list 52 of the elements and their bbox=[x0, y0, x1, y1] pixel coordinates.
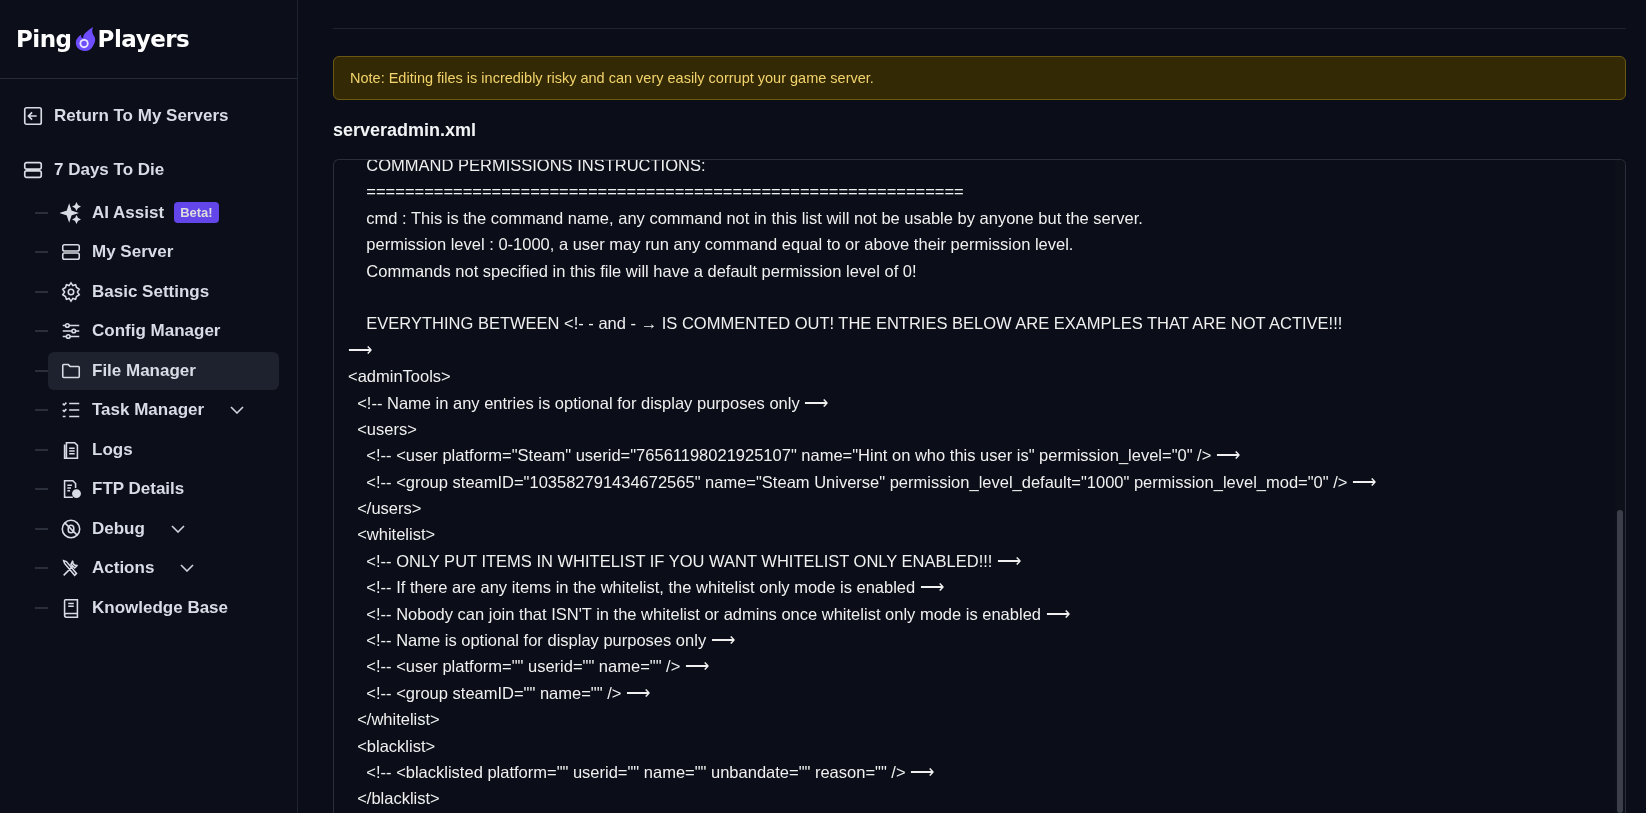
nav-item[interactable]: Task Manager bbox=[48, 391, 217, 430]
nav-item[interactable]: File Manager bbox=[48, 351, 279, 390]
code-line: ⟶ bbox=[348, 340, 372, 359]
nav-item[interactable]: FTP Details bbox=[48, 470, 197, 509]
server-icon bbox=[22, 159, 44, 181]
code-line: Commands not specified in this file will have a default permission level of 0! bbox=[365, 261, 917, 280]
code-line: <!-- Name is optional for display purposes only ⟶ bbox=[365, 631, 735, 650]
chevron-down-icon[interactable] bbox=[170, 524, 185, 533]
code-line: </blacklist> bbox=[356, 789, 440, 808]
code-line: <!-- Name in any entries is optional for display purposes only ⟶ bbox=[356, 393, 829, 412]
code-line: cmd : This is the command name, any command not in this list will not be usable by anyone but the server. bbox=[365, 208, 1143, 227]
nav-item[interactable]: My Server bbox=[48, 233, 186, 272]
code-line: COMMAND PERMISSIONS INSTRUCTIONS: bbox=[365, 160, 706, 174]
beta-badge: Beta! bbox=[174, 202, 219, 224]
arrow-left-box-icon bbox=[22, 105, 44, 127]
code-line: <whitelist> bbox=[356, 525, 436, 544]
code-line: <!-- ONLY PUT ITEMS IN WHITELIST IF YOU WANT WHITELIST ONLY ENABLED!!! ⟶ bbox=[365, 551, 1021, 570]
code-line: <!-- <group steamID="103582791434672565" name="Steam Universe" permission_level_default="1000" permission_level_mod="0" /> ⟶ bbox=[365, 472, 1376, 491]
file-name: serveradmin.xml bbox=[333, 120, 478, 141]
code-line: <!-- If there are any items in the whitelist, the whitelist only mode is enabled ⟶ bbox=[365, 578, 944, 597]
return-link[interactable]: Return To My Servers bbox=[22, 101, 279, 131]
nav-item[interactable]: Actions bbox=[48, 549, 167, 588]
code-line: </whitelist> bbox=[356, 710, 440, 729]
nav-item[interactable]: Config Manager bbox=[48, 312, 233, 351]
nav-item[interactable]: Knowledge Base bbox=[48, 588, 241, 627]
code-line: <blacklist> bbox=[356, 736, 436, 755]
code-line: permission level : 0-1000, a user may run any command equal to or above their permission level. bbox=[365, 235, 1074, 254]
code-line: <users> bbox=[356, 419, 417, 438]
code-line: <!-- <blacklisted platform="" userid="" name="" unbandate="" reason="" /> ⟶ bbox=[365, 763, 935, 781]
warning-banner: Note: Editing files is incredibly risky and can very easily corrupt your game server. bbox=[333, 56, 1626, 100]
sparkles-icon bbox=[60, 201, 82, 224]
nav-item[interactable]: Debug bbox=[48, 509, 157, 548]
logo-text: Players bbox=[97, 26, 190, 52]
logo-text: Ping bbox=[16, 26, 72, 52]
code-line: </users> bbox=[356, 499, 422, 518]
flame-logo-icon bbox=[73, 26, 96, 52]
code-line: <!-- <group steamID="" name="" /> ⟶ bbox=[365, 683, 650, 702]
scrollbar[interactable] bbox=[1615, 160, 1625, 813]
chevron-down-icon[interactable] bbox=[230, 406, 245, 415]
gear-icon bbox=[60, 280, 82, 303]
code-line: <!-- Nobody can join that ISN'T in the whitelist or admins once whitelist only mode is enabled ⟶ bbox=[365, 604, 1070, 623]
nav-item[interactable]: Basic Settings bbox=[48, 272, 222, 311]
code-line: <!-- <user platform="Steam" userid="76561198021925107" name="Hint on who this user is" permission_level="0" /> ⟶ bbox=[365, 446, 1240, 465]
server-nav-item[interactable]: 7 Days To Die bbox=[22, 155, 279, 185]
nav-item[interactable]: AI Assist Beta! bbox=[48, 193, 231, 232]
code-line: <adminTools> bbox=[348, 367, 451, 386]
nav-item[interactable]: Logs bbox=[48, 430, 145, 469]
code-line: EVERYTHING BETWEEN <!- - and - → IS COMMENTED OUT! THE ENTRIES BELOW ARE EXAMPLES THAT ARE NOT ACTIVE!!! bbox=[365, 314, 1343, 333]
code-editor[interactable] bbox=[333, 159, 1626, 813]
code-line: ============================================================== bbox=[365, 182, 964, 201]
code-line: <!-- <user platform="" userid="" name="" /> ⟶ bbox=[365, 657, 709, 676]
chevron-down-icon[interactable] bbox=[180, 564, 195, 573]
